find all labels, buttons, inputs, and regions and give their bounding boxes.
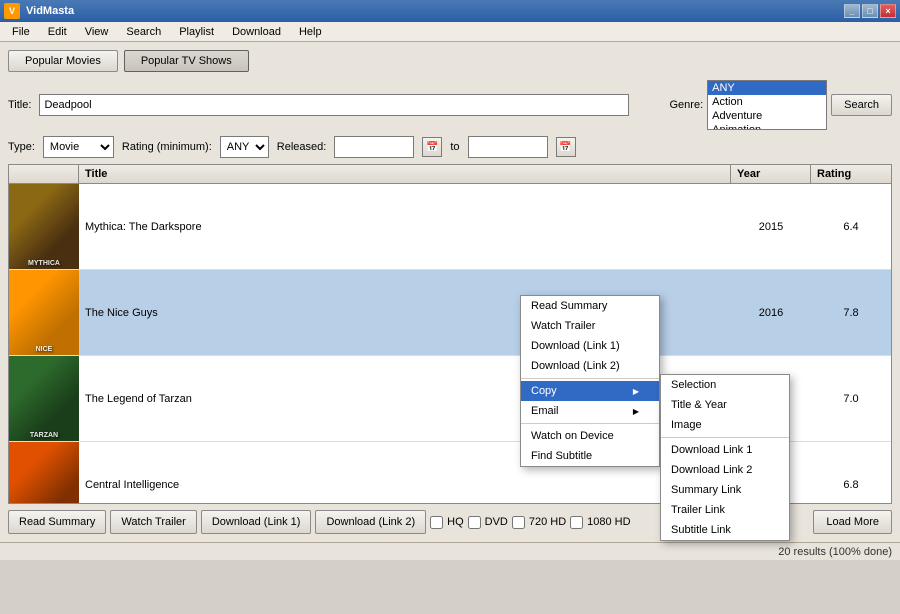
ctx-separator-2: [521, 423, 659, 424]
rating-niceguys: 7.8: [811, 270, 891, 355]
menu-view[interactable]: View: [77, 24, 117, 40]
table-row[interactable]: MYTHICA Mythica: The Darkspore 2015 6.4: [9, 184, 891, 270]
search-row: Title: Genre: ANY Action Adventure Anima…: [8, 80, 892, 130]
sub-ctx-selection[interactable]: Selection: [661, 375, 789, 395]
status-bar: 20 results (100% done): [0, 542, 900, 560]
filter-row: Type: Movie TV Show Rating (minimum): AN…: [8, 136, 892, 158]
released-to-input[interactable]: [468, 136, 548, 158]
header-title: Title: [79, 165, 731, 183]
menu-bar: File Edit View Search Playlist Download …: [0, 22, 900, 42]
header-thumbnail: [9, 165, 79, 183]
genre-listbox[interactable]: ANY Action Adventure Animation: [707, 80, 827, 130]
ctx-download-link2[interactable]: Download (Link 2): [521, 356, 659, 376]
genre-label: Genre:: [670, 99, 704, 111]
table-header: Title Year Rating: [9, 165, 891, 184]
download-link2-button[interactable]: Download (Link 2): [315, 510, 426, 534]
app-icon: V: [4, 3, 20, 19]
thumbnail-niceguys: NICE: [9, 270, 79, 355]
thumb-label-mythica: MYTHICA: [9, 260, 79, 267]
thumbnail-central: CENTRAL: [9, 442, 79, 504]
table-row[interactable]: NICE The Nice Guys 2016 7.8: [9, 270, 891, 356]
genre-option-adventure[interactable]: Adventure: [708, 109, 826, 123]
sub-context-menu: Selection Title & Year Image Download Li…: [660, 374, 790, 541]
title-input[interactable]: [39, 94, 629, 116]
year-mythica: 2015: [731, 184, 811, 269]
context-menu: Read Summary Watch Trailer Download (Lin…: [520, 295, 660, 467]
hd1080-label: 1080 HD: [587, 516, 630, 528]
title-bar: V VidMasta _ □ ×: [0, 0, 900, 22]
top-nav-buttons: Popular Movies Popular TV Shows: [8, 50, 892, 72]
load-more-button[interactable]: Load More: [813, 510, 892, 534]
sub-ctx-image[interactable]: Image: [661, 415, 789, 435]
ctx-download-link1[interactable]: Download (Link 1): [521, 336, 659, 356]
rating-select[interactable]: ANY: [220, 136, 269, 158]
maximize-button[interactable]: □: [862, 4, 878, 18]
genre-option-any[interactable]: ANY: [708, 81, 826, 95]
type-label: Type:: [8, 141, 35, 153]
year-niceguys: 2016: [731, 270, 811, 355]
dvd-checkbox[interactable]: [468, 516, 481, 529]
ctx-watch-trailer[interactable]: Watch Trailer: [521, 316, 659, 336]
dvd-label: DVD: [485, 516, 508, 528]
sub-ctx-trailer-link[interactable]: Trailer Link: [661, 500, 789, 520]
app-title: VidMasta: [26, 5, 74, 17]
released-label: Released:: [277, 141, 327, 153]
to-label: to: [450, 141, 459, 153]
thumbnail-mythica: MYTHICA: [9, 184, 79, 269]
popular-movies-button[interactable]: Popular Movies: [8, 50, 118, 72]
title-bar-left: V VidMasta: [4, 3, 74, 19]
menu-edit[interactable]: Edit: [40, 24, 75, 40]
close-button[interactable]: ×: [880, 4, 896, 18]
hd720-label: 720 HD: [529, 516, 566, 528]
genre-option-action[interactable]: Action: [708, 95, 826, 109]
ctx-copy[interactable]: Copy: [521, 381, 659, 401]
menu-search[interactable]: Search: [118, 24, 169, 40]
genre-section: Genre: ANY Action Adventure Animation Se…: [670, 80, 893, 130]
title-mythica: Mythica: The Darkspore: [79, 184, 731, 269]
ctx-find-subtitle[interactable]: Find Subtitle: [521, 446, 659, 466]
header-rating: Rating: [811, 165, 891, 183]
sub-ctx-dl-link2[interactable]: Download Link 2: [661, 460, 789, 480]
thumb-label-niceguys: NICE: [9, 346, 79, 353]
rating-central: 6.8: [811, 442, 891, 504]
ctx-email[interactable]: Email: [521, 401, 659, 421]
type-select[interactable]: Movie TV Show: [43, 136, 114, 158]
sub-ctx-title-year[interactable]: Title & Year: [661, 395, 789, 415]
watch-trailer-button[interactable]: Watch Trailer: [110, 510, 196, 534]
search-button[interactable]: Search: [831, 94, 892, 116]
released-from-input[interactable]: [334, 136, 414, 158]
menu-playlist[interactable]: Playlist: [171, 24, 222, 40]
ctx-watch-device[interactable]: Watch on Device: [521, 426, 659, 446]
sub-ctx-subtitle-link[interactable]: Subtitle Link: [661, 520, 789, 540]
thumbnail-tarzan: TARZAN: [9, 356, 79, 441]
hd720-checkbox[interactable]: [512, 516, 525, 529]
menu-download[interactable]: Download: [224, 24, 289, 40]
ctx-read-summary[interactable]: Read Summary: [521, 296, 659, 316]
genre-option-animation[interactable]: Animation: [708, 123, 826, 130]
quality-options: HQ DVD 720 HD 1080 HD: [430, 516, 630, 529]
hq-label: HQ: [447, 516, 464, 528]
rating-tarzan: 7.0: [811, 356, 891, 441]
menu-file[interactable]: File: [4, 24, 38, 40]
title-label: Title:: [8, 99, 31, 111]
calendar-to-button[interactable]: 📅: [556, 137, 576, 157]
thumb-label-tarzan: TARZAN: [9, 432, 79, 439]
rating-mythica: 6.4: [811, 184, 891, 269]
sub-separator: [661, 437, 789, 438]
sub-ctx-dl-link1[interactable]: Download Link 1: [661, 440, 789, 460]
hq-checkbox[interactable]: [430, 516, 443, 529]
read-summary-button[interactable]: Read Summary: [8, 510, 106, 534]
popular-tv-shows-button[interactable]: Popular TV Shows: [124, 50, 249, 72]
rating-label: Rating (minimum):: [122, 141, 212, 153]
download-link1-button[interactable]: Download (Link 1): [201, 510, 312, 534]
hd1080-checkbox[interactable]: [570, 516, 583, 529]
ctx-separator-1: [521, 378, 659, 379]
calendar-from-button[interactable]: 📅: [422, 137, 442, 157]
title-bar-controls[interactable]: _ □ ×: [844, 4, 896, 18]
sub-ctx-summary-link[interactable]: Summary Link: [661, 480, 789, 500]
minimize-button[interactable]: _: [844, 4, 860, 18]
menu-help[interactable]: Help: [291, 24, 330, 40]
status-text: 20 results (100% done): [778, 546, 892, 558]
header-year: Year: [731, 165, 811, 183]
